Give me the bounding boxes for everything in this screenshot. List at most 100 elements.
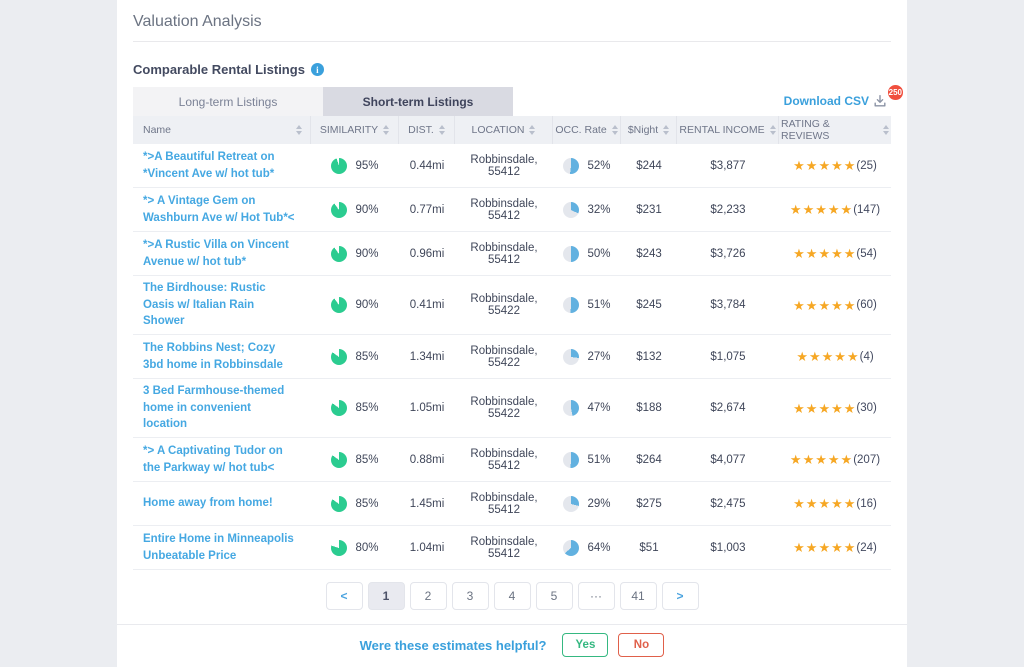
star-icon: ★	[806, 496, 819, 511]
star-icon: ★	[809, 349, 822, 364]
pagination-page-4[interactable]: 4	[494, 582, 531, 610]
similarity-pie-icon	[331, 400, 347, 416]
star-icon: ★	[793, 298, 806, 313]
location-value: Robbinsdale, 55412	[455, 444, 553, 476]
pagination-ellipsis[interactable]: ···	[578, 582, 615, 610]
pagination-page-3[interactable]: 3	[452, 582, 489, 610]
occupancy-value: 51%	[587, 299, 610, 311]
rental-income-value: $3,877	[677, 156, 779, 176]
similarity-value: 95%	[355, 160, 378, 172]
feedback-bar: Were these estimates helpful? Yes No	[117, 624, 907, 667]
tab-short-term-listings[interactable]: Short-term Listings	[323, 87, 513, 116]
pagination-prev-button[interactable]: <	[326, 582, 363, 610]
column-header-similarity[interactable]: SIMILARITY	[311, 116, 399, 144]
star-icon: ★	[831, 158, 844, 173]
pagination: <12345···41>	[133, 582, 891, 610]
feedback-yes-button[interactable]: Yes	[562, 633, 608, 657]
listing-name-cell: *> A Captivating Tudor on the Parkway w/…	[133, 439, 311, 480]
night-price-value: $231	[621, 200, 677, 220]
review-count: (60)	[856, 299, 876, 311]
rental-income-value: $1,003	[677, 538, 779, 558]
column-header-rental-income[interactable]: RENTAL INCOME	[677, 116, 779, 144]
column-header-occ-rate[interactable]: OCC. Rate	[553, 116, 621, 144]
review-count: (207)	[853, 454, 880, 466]
similarity-cell: 90%	[311, 293, 399, 317]
similarity-pie-icon	[331, 540, 347, 556]
sort-icon	[883, 125, 889, 135]
similarity-cell: 90%	[311, 198, 399, 222]
distance-value: 0.77mi	[399, 200, 455, 220]
column-header-dist[interactable]: DIST.	[399, 116, 455, 144]
info-icon[interactable]: i	[311, 63, 324, 76]
star-rating-icons: ★★★★★	[796, 350, 859, 363]
rental-income-value: $1,075	[677, 347, 779, 367]
listing-name-link[interactable]: Entire Home in Minneapolis Unbeatable Pr…	[143, 531, 297, 564]
table-body: *>A Beautiful Retreat on *Vincent Ave w/…	[133, 144, 891, 570]
pagination-next-button[interactable]: >	[662, 582, 699, 610]
similarity-pie-icon	[331, 158, 347, 174]
listing-name-link[interactable]: 3 Bed Farmhouse-themed home in convenien…	[143, 383, 297, 433]
distance-value: 1.34mi	[399, 347, 455, 367]
occupancy-cell: 47%	[553, 396, 621, 420]
valuation-analysis-panel: Valuation Analysis Comparable Rental Lis…	[117, 0, 907, 667]
listing-name-link[interactable]: *>A Beautiful Retreat on *Vincent Ave w/…	[143, 149, 297, 182]
similarity-pie-icon	[331, 452, 347, 468]
sort-icon	[439, 125, 445, 135]
star-icon: ★	[793, 496, 806, 511]
similarity-cell: 85%	[311, 492, 399, 516]
table-row: The Robbins Nest; Cozy 3bd home in Robbi…	[133, 335, 891, 379]
star-icon: ★	[793, 401, 806, 416]
night-price-value: $243	[621, 244, 677, 264]
download-csv-link[interactable]: Download CSV 250	[784, 94, 887, 108]
column-header-night-price[interactable]: $Night	[621, 116, 677, 144]
table-row: *> A Vintage Gem on Washburn Ave w/ Hot …	[133, 188, 891, 232]
listing-name-link[interactable]: The Robbins Nest; Cozy 3bd home in Robbi…	[143, 340, 297, 373]
location-value: Robbinsdale, 55422	[455, 289, 553, 321]
star-icon: ★	[818, 246, 831, 261]
table-row: *> A Captivating Tudor on the Parkway w/…	[133, 438, 891, 482]
column-header-name[interactable]: Name	[133, 116, 311, 144]
star-icon: ★	[790, 452, 803, 467]
occupancy-cell: 50%	[553, 242, 621, 266]
star-icon: ★	[818, 540, 831, 555]
occupancy-pie-icon	[563, 349, 579, 365]
table-header-row: Name SIMILARITY DIST. LOCATION OCC. Rate…	[133, 116, 891, 144]
rental-income-value: $4,077	[677, 450, 779, 470]
column-header-location[interactable]: LOCATION	[455, 116, 553, 144]
similarity-cell: 85%	[311, 396, 399, 420]
rating-cell: ★★★★★ (25)	[779, 155, 891, 176]
star-icon: ★	[844, 540, 857, 555]
column-header-rating-reviews[interactable]: RATING & REVIEWS	[779, 116, 891, 144]
tab-long-term-listings[interactable]: Long-term Listings	[133, 87, 323, 116]
listing-name-link[interactable]: *> A Captivating Tudor on the Parkway w/…	[143, 443, 297, 476]
occupancy-cell: 64%	[553, 536, 621, 560]
location-value: Robbinsdale, 55422	[455, 341, 553, 373]
download-csv-label: Download CSV	[784, 94, 869, 108]
listing-name-link[interactable]: *>A Rustic Villa on Vincent Avenue w/ ho…	[143, 237, 297, 270]
pagination-page-41[interactable]: 41	[620, 582, 657, 610]
similarity-value: 85%	[355, 498, 378, 510]
similarity-cell: 90%	[311, 242, 399, 266]
pagination-page-1[interactable]: 1	[368, 582, 405, 610]
listing-name-link[interactable]: The Birdhouse: Rustic Oasis w/ Italian R…	[143, 280, 297, 330]
download-count-badge: 250	[888, 85, 903, 100]
sort-icon	[529, 125, 535, 135]
review-count: (16)	[856, 498, 876, 510]
pagination-page-5[interactable]: 5	[536, 582, 573, 610]
similarity-value: 90%	[355, 299, 378, 311]
listing-name-link[interactable]: Home away from home!	[143, 495, 273, 512]
table-row: 3 Bed Farmhouse-themed home in convenien…	[133, 379, 891, 438]
rating-cell: ★★★★★ (60)	[779, 295, 891, 316]
rental-income-value: $3,784	[677, 295, 779, 315]
location-value: Robbinsdale, 55412	[455, 150, 553, 182]
listing-name-link[interactable]: *> A Vintage Gem on Washburn Ave w/ Hot …	[143, 193, 297, 226]
download-icon	[873, 94, 887, 108]
star-icon: ★	[847, 349, 860, 364]
pagination-page-2[interactable]: 2	[410, 582, 447, 610]
rating-cell: ★★★★★ (24)	[779, 537, 891, 558]
occupancy-pie-icon	[563, 496, 579, 512]
similarity-pie-icon	[331, 349, 347, 365]
feedback-no-button[interactable]: No	[618, 633, 664, 657]
star-icon: ★	[818, 298, 831, 313]
rental-income-value: $2,475	[677, 494, 779, 514]
